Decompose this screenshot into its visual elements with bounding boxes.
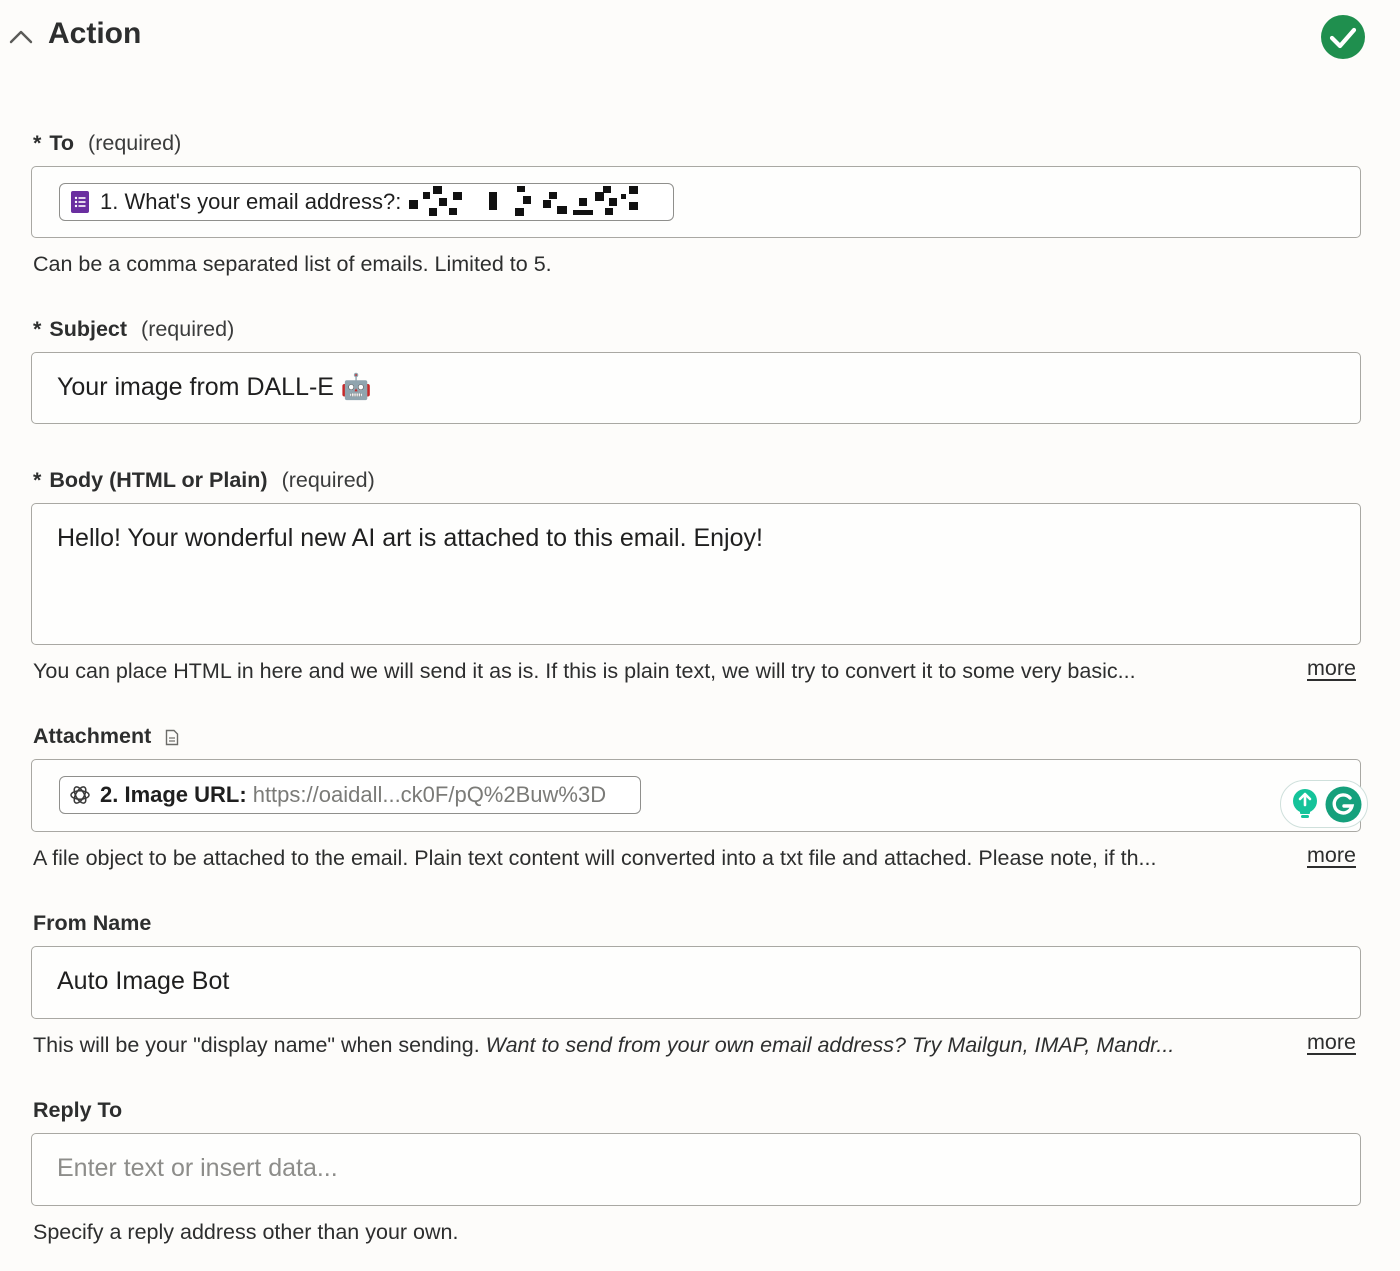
from-name-help-plain: This will be your "display name" when se… [33,1033,480,1057]
to-label-text: To [49,131,75,155]
lightbulb-icon[interactable] [1289,787,1321,821]
from-name-field[interactable]: Auto Image Bot [31,946,1361,1019]
body-help-text: You can place HTML in here and we will s… [33,659,1136,683]
reply-to-label: Reply To [33,1098,122,1123]
body-label: * Body (HTML or Plain) (required) [33,468,375,493]
attachment-data-pill[interactable]: 2. Image URL: https://oaidall...ck0F/pQ%… [59,776,641,814]
file-icon [166,729,179,746]
check-circle-icon [1321,15,1365,59]
attachment-label-text: Attachment [33,724,152,748]
required-note: (required) [281,468,375,492]
openai-icon [70,786,90,804]
attachment-more-link[interactable]: more [1307,843,1356,868]
body-label-text: Body (HTML or Plain) [49,468,268,492]
attachment-pill-label: 2. Image URL: [100,782,247,807]
to-pill-label: 1. What's your email address?: [100,189,402,214]
redacted-email-value [409,186,639,216]
from-name-help-text: This will be your "display name" when se… [33,1033,1174,1058]
from-name-help-italic: Want to send from your own email address… [485,1033,1175,1057]
to-help-text: Can be a comma separated list of emails.… [33,252,552,276]
required-note: (required) [88,131,182,155]
reply-to-input[interactable]: Enter text or insert data... [57,1154,338,1183]
required-star: * [33,131,42,155]
required-star: * [33,468,42,492]
from-name-label-text: From Name [33,911,152,935]
from-name-label: From Name [33,911,151,936]
to-field[interactable]: 1. What's your email address?: [31,166,1361,238]
subject-field[interactable]: Your image from DALL-E 🤖 [31,352,1361,424]
to-label: * To (required) [33,131,181,156]
subject-value[interactable]: Your image from DALL-E 🤖 [57,373,372,402]
reply-to-help-text: Specify a reply address other than your … [33,1220,459,1244]
section-title: Action [48,17,142,50]
reply-to-field[interactable]: Enter text or insert data... [31,1133,1361,1206]
body-value[interactable]: Hello! Your wonderful new AI art is atta… [57,524,763,553]
from-name-more-link[interactable]: more [1307,1030,1356,1055]
chevron-up-icon[interactable] [8,26,34,46]
attachment-field[interactable]: 2. Image URL: https://oaidall...ck0F/pQ%… [31,759,1368,832]
grammarly-g-icon[interactable] [1325,786,1362,823]
from-name-value[interactable]: Auto Image Bot [57,967,229,996]
subject-label: * Subject (required) [33,317,234,342]
attachment-help-text: A file object to be attached to the emai… [33,846,1157,870]
reply-to-label-text: Reply To [33,1098,123,1122]
required-star: * [33,317,42,341]
action-section-header[interactable]: Action [0,0,1400,80]
attachment-pill-value: https://oaidall...ck0F/pQ%2Buw%3D [252,782,607,807]
body-field[interactable]: Hello! Your wonderful new AI art is atta… [31,503,1361,645]
grammarly-widget[interactable] [1280,780,1368,828]
required-note: (required) [141,317,235,341]
attachment-label: Attachment [33,724,179,749]
google-forms-icon [71,191,89,213]
subject-label-text: Subject [49,317,128,341]
to-data-pill[interactable]: 1. What's your email address?: [59,183,674,221]
body-more-link[interactable]: more [1307,656,1356,681]
